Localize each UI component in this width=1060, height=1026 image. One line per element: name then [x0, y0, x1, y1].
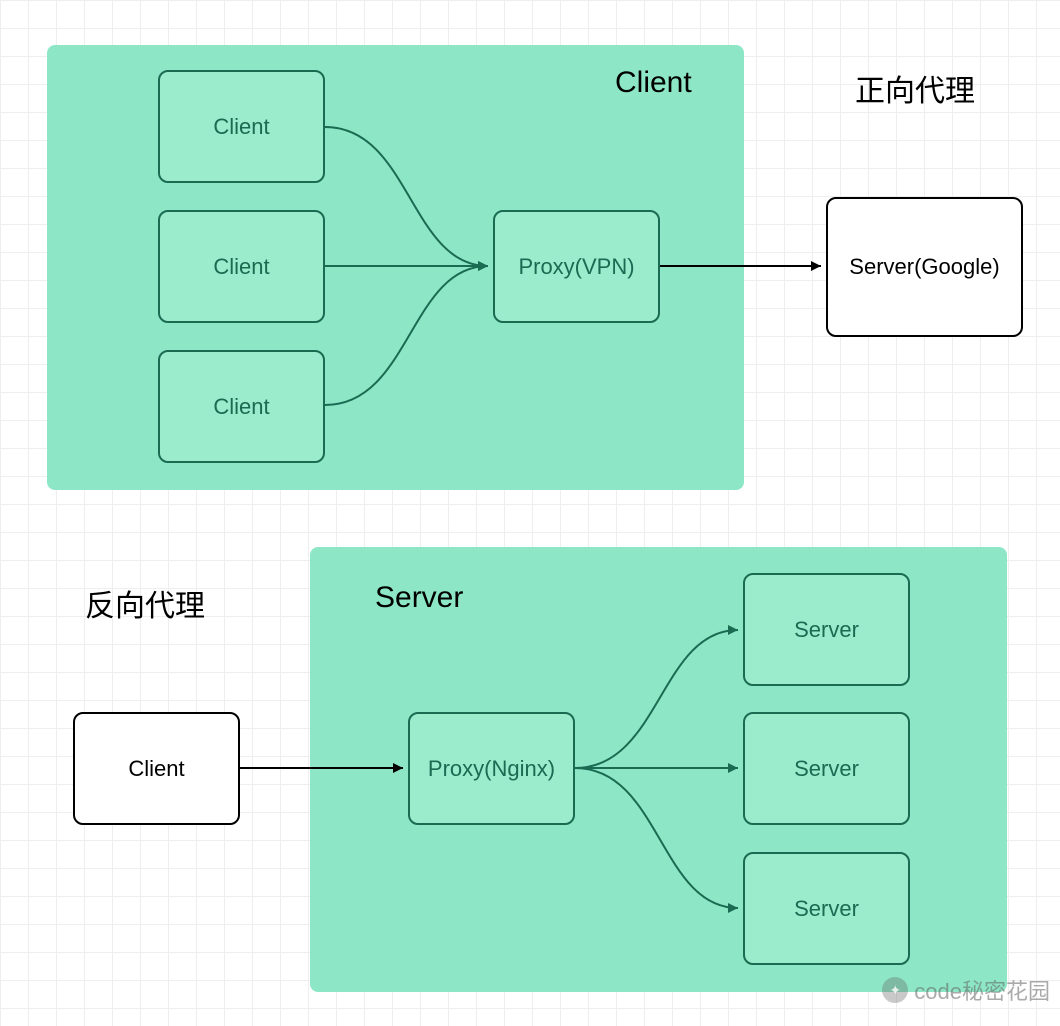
reverse-server-1: Server — [743, 573, 910, 686]
node-label: Server — [794, 896, 859, 922]
node-label: Server — [794, 756, 859, 782]
watermark: ✦ code秘密花园 — [882, 974, 1050, 1006]
node-label: Client — [213, 394, 269, 420]
forward-server-node: Server(Google) — [826, 197, 1023, 337]
node-label: Client — [128, 756, 184, 782]
forward-proxy-node: Proxy(VPN) — [493, 210, 660, 323]
watermark-text: code秘密花园 — [914, 974, 1050, 1006]
node-label: Server(Google) — [849, 254, 999, 280]
forward-client-1: Client — [158, 70, 325, 183]
node-label: Proxy(VPN) — [518, 254, 634, 280]
node-label: Client — [213, 114, 269, 140]
forward-client-2: Client — [158, 210, 325, 323]
reverse-zone-label: Server — [375, 581, 463, 615]
forward-zone-label: Client — [615, 66, 692, 100]
node-label: Client — [213, 254, 269, 280]
forward-proxy-title: 正向代理 — [855, 66, 975, 110]
node-label: Proxy(Nginx) — [428, 756, 555, 782]
node-label: Server — [794, 617, 859, 643]
reverse-proxy-title: 反向代理 — [85, 581, 205, 625]
reverse-client-node: Client — [73, 712, 240, 825]
reverse-server-2: Server — [743, 712, 910, 825]
reverse-proxy-node: Proxy(Nginx) — [408, 712, 575, 825]
forward-client-3: Client — [158, 350, 325, 463]
reverse-server-3: Server — [743, 852, 910, 965]
wechat-icon: ✦ — [882, 977, 908, 1003]
